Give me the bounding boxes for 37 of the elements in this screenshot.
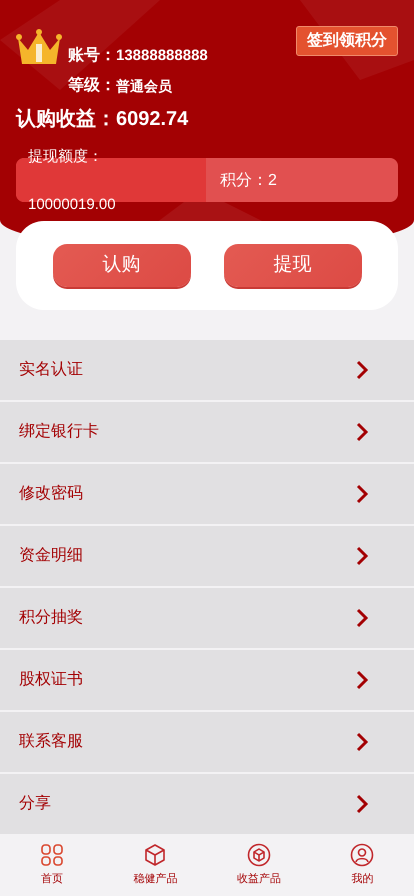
user-icon (350, 842, 374, 867)
tab-item[interactable]: 收益产品 (207, 842, 310, 888)
menu-item[interactable]: 分享 (0, 774, 414, 834)
cube-icon (246, 842, 271, 867)
quota-value: 10000019.00 (28, 194, 117, 214)
menu-item[interactable]: 资金明细 (0, 526, 414, 586)
level-label: 等级： (68, 76, 116, 96)
grid-icon (40, 842, 64, 867)
tab-item[interactable]: 首页 (0, 842, 104, 888)
earnings-label: 认购收益： (16, 107, 116, 132)
chevron-right-icon (356, 732, 368, 752)
action-button[interactable]: 认购 (52, 244, 190, 287)
chevron-right-icon (356, 422, 368, 442)
menu-item[interactable]: 修改密码 (0, 464, 414, 524)
cube-icon (143, 842, 168, 867)
level-value: 普通会员 (116, 76, 172, 96)
quota-label: 提现额度： (28, 147, 104, 167)
chevron-right-icon (356, 608, 368, 628)
points-value: 2 (268, 171, 277, 191)
points-label: 积分： (220, 171, 268, 191)
menu-item[interactable]: 积分抽奖 (0, 588, 414, 648)
earnings-value: 6092.74 (116, 107, 188, 132)
checkin-button[interactable]: 签到领积分 (296, 26, 398, 56)
tab-item[interactable]: 我的 (310, 842, 414, 888)
chevron-right-icon (356, 670, 368, 690)
menu-item[interactable]: 实名认证 (0, 340, 414, 400)
menu-item[interactable]: 联系客服 (0, 712, 414, 772)
menu-item[interactable]: 股权证书 (0, 650, 414, 710)
chevron-right-icon (356, 794, 368, 814)
action-button[interactable]: 提现 (224, 244, 362, 287)
chevron-right-icon (356, 546, 368, 566)
chevron-right-icon (356, 360, 368, 380)
account-label: 账号： (68, 46, 116, 66)
tab-item[interactable]: 稳健产品 (104, 842, 207, 888)
chevron-right-icon (356, 484, 368, 504)
account-number: 13888888888 (116, 46, 208, 66)
menu-item[interactable]: 绑定银行卡 (0, 402, 414, 462)
